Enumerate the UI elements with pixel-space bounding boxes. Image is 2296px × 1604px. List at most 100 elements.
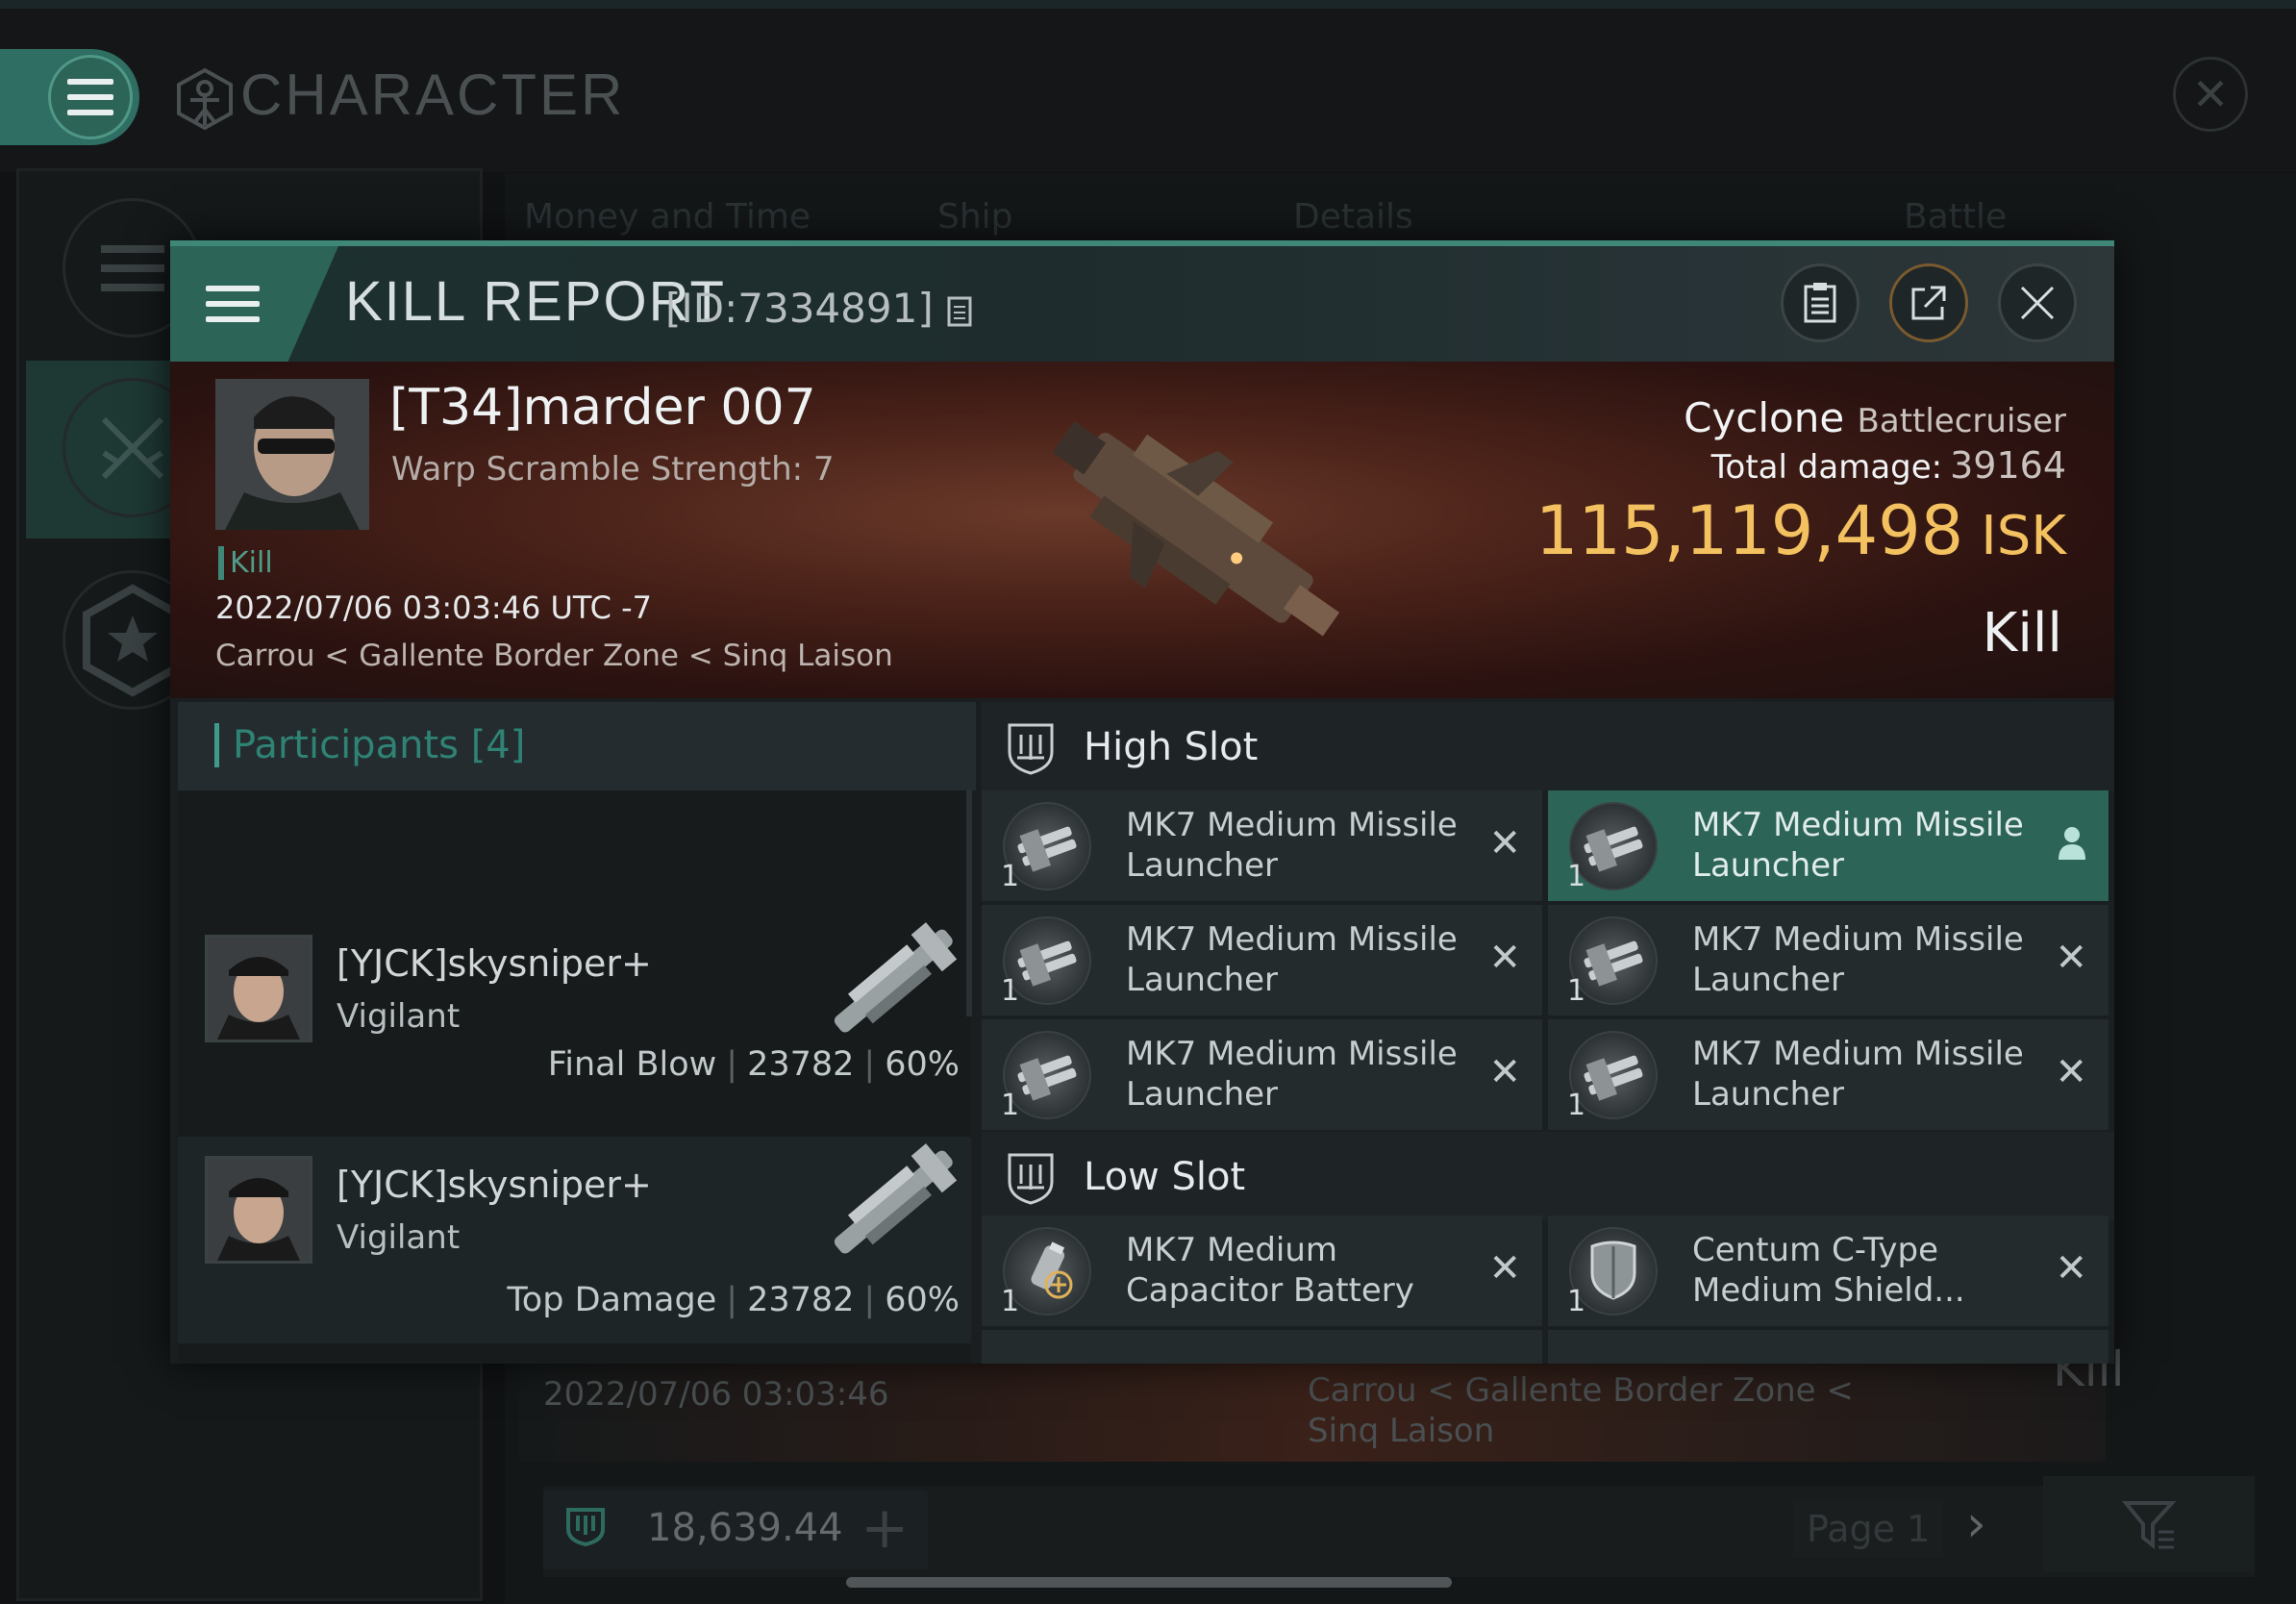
- item-name: MK7 Medium Missile Launcher: [1692, 806, 2024, 885]
- share-icon: [1911, 286, 1946, 320]
- fitting-item[interactable]: 1 MK7 Medium Capacitor Battery ✕: [982, 1216, 1542, 1326]
- participant-avatar[interactable]: [205, 935, 312, 1042]
- warp-scramble-strength: Warp Scramble Strength: 7: [391, 450, 835, 489]
- item-quantity: 1: [1567, 1285, 1586, 1318]
- fitting-item-partial[interactable]: [1548, 1330, 2109, 1364]
- ship-name: Cyclone Battlecruiser: [1684, 394, 2066, 441]
- background-row-date: 2022/07/06 03:03:46: [543, 1375, 889, 1414]
- next-page-icon[interactable]: ›: [1966, 1495, 1986, 1553]
- fitting-item[interactable]: 1 MK7 Medium Missile Launcher ✕: [982, 1019, 1542, 1130]
- person-icon: [2057, 825, 2087, 869]
- fitting-item[interactable]: 1 MK7 Medium Missile Launcher ✕: [982, 905, 1542, 1015]
- report-button[interactable]: [1781, 263, 1859, 342]
- participant-ship: Vigilant: [337, 1218, 461, 1257]
- item-quantity: 1: [1001, 1089, 1020, 1122]
- item-quantity: 1: [1001, 860, 1020, 893]
- participant-ship: Vigilant: [337, 997, 461, 1036]
- destroyed-icon: ✕: [2055, 1246, 2087, 1291]
- participant-row[interactable]: [YJCK]skysniper+ Vigilant Final Blow | 237…: [178, 915, 971, 1122]
- fitting-item[interactable]: 1 MK7 Medium Missile Launcher ✕: [1548, 905, 2109, 1015]
- item-quantity: 1: [1567, 974, 1586, 1008]
- close-icon[interactable]: ✕: [2173, 57, 2248, 132]
- filter-button[interactable]: [2043, 1476, 2255, 1572]
- participant-stats: Top Damage | 23782 | 60%: [507, 1281, 960, 1319]
- total-damage-label: Total damage:: [1710, 448, 1943, 487]
- copy-icon[interactable]: [946, 295, 973, 328]
- victim-avatar[interactable]: [215, 379, 369, 530]
- fitting-item-partial[interactable]: [982, 1330, 1542, 1364]
- item-name: Centum C-Type Medium Shield...: [1692, 1231, 1965, 1310]
- slot-shield-icon: [1008, 723, 1054, 775]
- participant-role: Final Blow: [547, 1045, 717, 1084]
- participant-percent: 60%: [885, 1281, 960, 1319]
- kill-location[interactable]: Carrou < Gallente Border Zone < Sinq Lai…: [215, 639, 893, 673]
- ship-class: Battlecruiser: [1857, 402, 2066, 440]
- participant-stats: Final Blow | 23782 | 60%: [547, 1045, 960, 1084]
- fitting-item[interactable]: 1 MK7 Medium Missile Launcher: [1548, 790, 2109, 901]
- participants-label: Participants: [233, 723, 459, 767]
- item-name: MK7 Medium Missile Launcher: [1692, 1035, 2024, 1114]
- slot-shield-icon: [1008, 1153, 1054, 1205]
- participant-damage: 23782: [747, 1281, 855, 1319]
- high-slot-header: High Slot: [982, 702, 2114, 790]
- wallet: 18,639.44 +: [543, 1491, 928, 1569]
- destroyed-icon: ✕: [1488, 936, 1521, 980]
- low-slot-title: Low Slot: [1084, 1155, 1246, 1199]
- fitting-panel: High Slot 1 MK7 Medium Missile Launcher …: [982, 702, 2114, 1364]
- page-label: Page 1: [1793, 1500, 1944, 1558]
- fitting-item[interactable]: 1 MK7 Medium Missile Launcher ✕: [1548, 1019, 2109, 1130]
- participants-count: [4]: [470, 723, 526, 767]
- tab-details[interactable]: Details: [1293, 197, 1413, 237]
- background-tabs: Money and Time Ship Details Battle Statu…: [524, 197, 2110, 276]
- ship-type: Cyclone: [1684, 394, 1845, 441]
- close-icon: [2020, 286, 2055, 320]
- kill-datetime: 2022/07/06 03:03:46 UTC -7: [215, 589, 653, 626]
- kill-tag: Kill: [218, 546, 273, 580]
- participant-damage: 23782: [747, 1045, 855, 1084]
- top-edge: [0, 0, 2296, 9]
- share-button[interactable]: [1889, 263, 1968, 342]
- fitting-item[interactable]: 1 Centum C-Type Medium Shield... ✕: [1548, 1216, 2109, 1326]
- main-menu-button[interactable]: [0, 49, 139, 145]
- participant-name: [YJCK]skysniper+: [337, 1164, 652, 1206]
- total-damage-value: 39164: [1950, 444, 2066, 487]
- filter-icon: [2122, 1501, 2176, 1549]
- participants-scrollbar[interactable]: [966, 790, 972, 1016]
- add-funds-button[interactable]: +: [861, 1494, 909, 1562]
- participants-list: [YJCK]skysniper+ Vigilant Final Blow | 237…: [178, 790, 971, 1364]
- participant-avatar[interactable]: [205, 1156, 312, 1264]
- background-row-location: Carrou < Gallente Border Zone < Sinq Lai…: [1308, 1371, 1854, 1450]
- wallet-icon: [564, 1504, 607, 1557]
- isk-currency: ISK: [1981, 505, 2066, 567]
- victim-name[interactable]: [T34]marder 007: [389, 379, 816, 437]
- kill-report-modal: KILL REPORT [ID:7334891] [T34]marder 007…: [170, 240, 2114, 1364]
- tab-ship[interactable]: Ship: [937, 197, 1013, 237]
- fitting-item[interactable]: 1 MK7 Medium Missile Launcher ✕: [982, 790, 1542, 901]
- participants-title: Participants [4]: [214, 723, 525, 767]
- total-damage: Total damage: 39164: [1711, 444, 2066, 487]
- home-indicator: [846, 1577, 1452, 1588]
- kill-banner: [T34]marder 007 Warp Scramble Strength: …: [170, 362, 2114, 698]
- item-name: MK7 Medium Missile Launcher: [1692, 920, 2024, 999]
- destroyed-icon: ✕: [2055, 936, 2087, 980]
- page-title: CHARACTER: [173, 62, 625, 131]
- destroyed-icon: ✕: [2055, 1050, 2087, 1094]
- kill-id[interactable]: [ID:7334891]: [665, 285, 973, 332]
- item-quantity: 1: [1001, 974, 1020, 1008]
- destroyed-icon: ✕: [1488, 821, 1521, 865]
- item-name: MK7 Medium Capacitor Battery: [1126, 1231, 1414, 1310]
- participant-row[interactable]: [YJCK]skysniper+ Vigilant Top Damage | 237…: [178, 1137, 971, 1343]
- isk-value: 115,119,498 ISK: [1535, 491, 2066, 570]
- participant-ship-image: [834, 1143, 958, 1254]
- item-name: MK7 Medium Missile Launcher: [1126, 806, 1458, 885]
- victim-ship-image: [1052, 420, 1340, 637]
- tab-money-time[interactable]: Money and Time: [524, 197, 811, 237]
- kill-id-label: [ID:7334891]: [665, 285, 934, 332]
- result-label: Kill: [1982, 602, 2062, 664]
- app-header: CHARACTER ✕: [0, 9, 2296, 172]
- participant-percent: 60%: [885, 1045, 960, 1084]
- participants-header[interactable]: Participants [4]: [178, 702, 976, 790]
- destroyed-icon: ✕: [1488, 1246, 1521, 1291]
- item-quantity: 1: [1567, 860, 1586, 893]
- modal-close-button[interactable]: [1998, 263, 2077, 342]
